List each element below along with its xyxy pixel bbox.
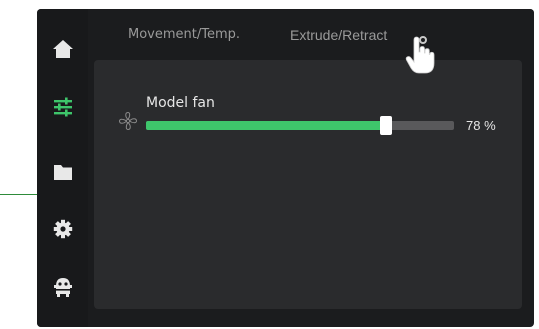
fan-label: Model fan: [146, 95, 215, 111]
tab-bar: Movement/Temp. Extrude/Retract: [88, 9, 534, 49]
home-icon: [52, 40, 73, 58]
tab-extrude-retract[interactable]: Extrude/Retract: [290, 27, 387, 43]
fan-speed-slider[interactable]: [146, 116, 454, 135]
fan-panel: Model fan 78 %: [94, 60, 522, 309]
sidebar-item-home[interactable]: [37, 27, 88, 71]
sliders-icon: [53, 97, 72, 117]
gear-icon: [53, 219, 72, 239]
fan-speed-value: 78 %: [466, 118, 496, 133]
slider-fill: [146, 121, 387, 130]
callout-line: [0, 194, 37, 195]
robot-icon: [53, 278, 72, 297]
sidebar-item-machine[interactable]: [37, 265, 88, 309]
sidebar-item-tune[interactable]: [37, 85, 88, 129]
folder-icon: [53, 164, 72, 180]
fan-icon: [118, 111, 138, 131]
tab-movement-temp[interactable]: Movement/Temp.: [128, 27, 240, 42]
sidebar-item-settings[interactable]: [37, 207, 88, 251]
printer-screen: Movement/Temp. Extrude/Retract Model fan…: [37, 9, 534, 327]
hand-pointer-icon: [405, 36, 435, 74]
sidebar-item-files[interactable]: [37, 150, 88, 194]
sidebar: [37, 9, 88, 327]
slider-handle[interactable]: [380, 116, 393, 135]
